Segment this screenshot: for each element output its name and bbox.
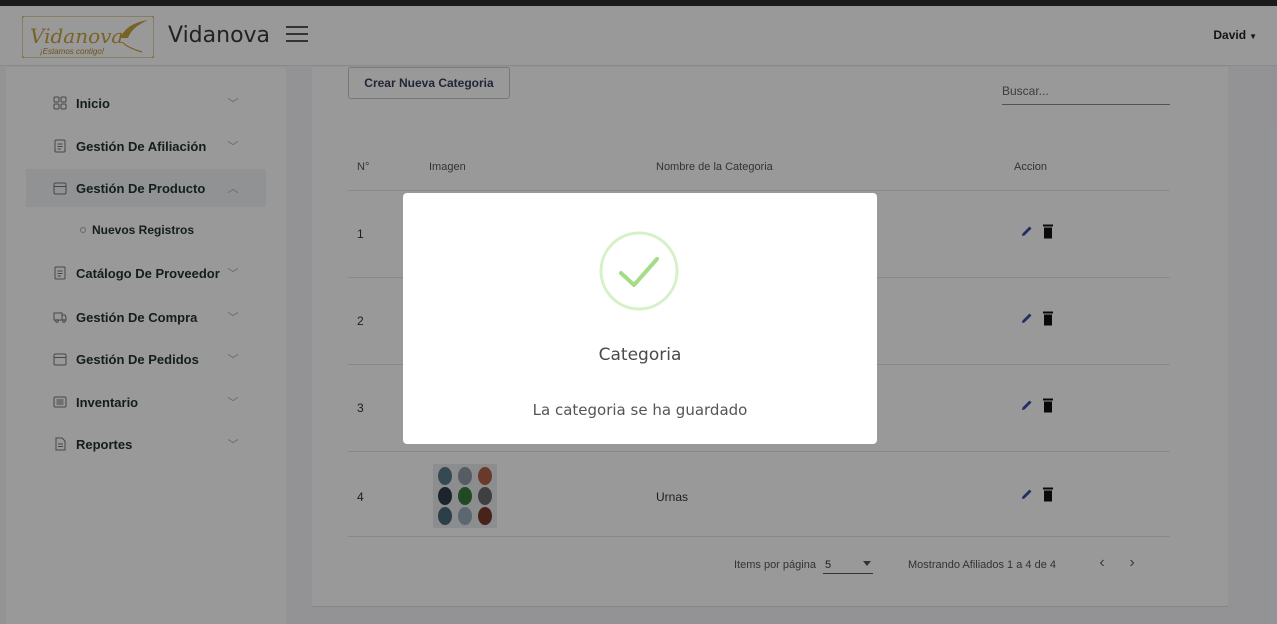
success-dialog: Categoria La categoria se ha guardado	[403, 193, 877, 444]
dialog-message: La categoria se ha guardado	[532, 401, 748, 419]
dialog-title: Categoria	[598, 345, 682, 365]
success-check-icon	[599, 231, 679, 311]
